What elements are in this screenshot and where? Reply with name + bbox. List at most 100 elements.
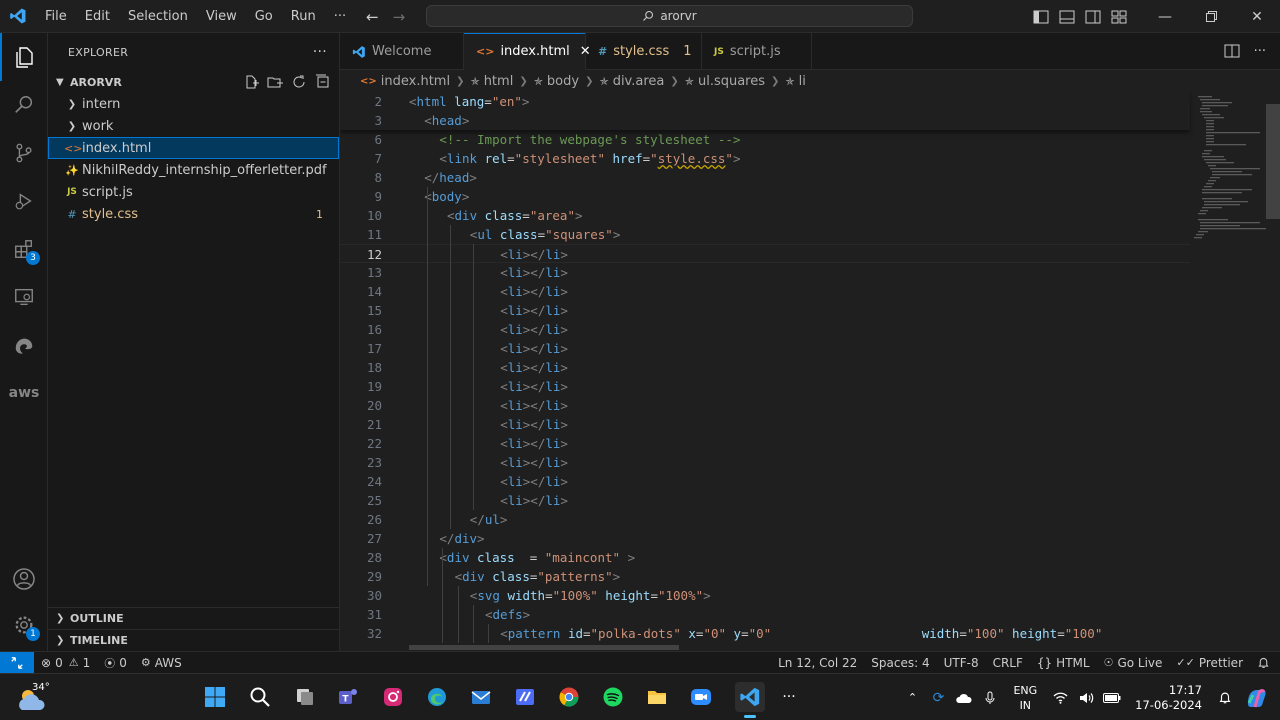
code-line[interactable]: 17 <li></li> bbox=[340, 339, 1190, 358]
battery-icon[interactable] bbox=[1101, 692, 1123, 703]
code-editor[interactable]: 2 <html lang="en"> 3 <head> 6 <!-- Import th… bbox=[340, 92, 1280, 651]
restore-icon[interactable] bbox=[1188, 0, 1234, 33]
copilot-icon[interactable] bbox=[1240, 687, 1274, 709]
breadcrumb-div-area[interactable]: ✯ div.area bbox=[599, 74, 664, 89]
weather-widget[interactable]: 34° bbox=[14, 680, 64, 716]
windows-start-icon[interactable] bbox=[200, 682, 230, 712]
language-mode[interactable]: {} HTML bbox=[1030, 652, 1097, 674]
code-line[interactable]: 20 <li></li> bbox=[340, 396, 1190, 415]
code-line[interactable]: 15 <li></li> bbox=[340, 301, 1190, 320]
menu-edit[interactable]: Edit bbox=[76, 0, 119, 33]
indentation[interactable]: Spaces: 4 bbox=[864, 652, 936, 674]
wifi-icon[interactable] bbox=[1049, 692, 1071, 704]
code-line[interactable]: 31 <defs> bbox=[340, 605, 1190, 624]
tree-item-index-html[interactable]: <> index.html bbox=[48, 137, 339, 159]
code-line[interactable]: 9 <body> bbox=[340, 187, 1190, 206]
source-control-icon[interactable] bbox=[0, 129, 48, 177]
minimize-icon[interactable]: — bbox=[1142, 0, 1188, 33]
minimap[interactable] bbox=[1190, 92, 1270, 651]
customize-layout-icon[interactable] bbox=[1106, 0, 1132, 33]
spotify-icon[interactable] bbox=[598, 682, 628, 712]
vscode-taskbar-icon[interactable] bbox=[735, 682, 765, 718]
power-automate-icon[interactable] bbox=[510, 682, 540, 712]
task-view-icon[interactable] bbox=[290, 682, 320, 712]
chrome-icon[interactable] bbox=[554, 682, 584, 712]
code-line[interactable]: 10 <div class="area"> bbox=[340, 206, 1190, 225]
vertical-scrollbar[interactable] bbox=[1266, 104, 1280, 219]
chevron-up-icon[interactable]: ⌃ bbox=[901, 691, 923, 704]
problems-indicator[interactable]: ⊗ 0 ⚠ 1 bbox=[34, 652, 97, 674]
zoom-icon[interactable] bbox=[686, 682, 716, 712]
search-sidebar-icon[interactable] bbox=[0, 81, 48, 129]
code-line[interactable]: 2 <html lang="en"> bbox=[340, 92, 1190, 111]
code-line[interactable]: 30 <svg width="100%" height="100%"> bbox=[340, 586, 1190, 605]
new-folder-icon[interactable] bbox=[267, 74, 283, 90]
file-explorer-icon[interactable] bbox=[642, 682, 672, 712]
input-language[interactable]: ENG IN bbox=[1003, 683, 1047, 713]
code-line[interactable]: 32 <pattern id="polka-dots" x="0" y="0" w… bbox=[340, 624, 1190, 643]
menu-file[interactable]: File bbox=[36, 0, 76, 33]
extensions-icon[interactable]: 3 bbox=[0, 225, 48, 273]
code-line[interactable]: 13 <li></li> bbox=[340, 263, 1190, 282]
timeline-section[interactable]: ❯ TIMELINE bbox=[48, 629, 340, 651]
menu-more[interactable]: ··· bbox=[325, 0, 355, 33]
collapse-all-icon[interactable] bbox=[315, 74, 331, 90]
code-line[interactable]: 27 </div> bbox=[340, 529, 1190, 548]
workspace-root[interactable]: ▼ ARORVR bbox=[48, 71, 339, 93]
run-debug-icon[interactable] bbox=[0, 177, 48, 225]
more-actions-icon[interactable]: ··· bbox=[1254, 44, 1266, 59]
split-editor-icon[interactable] bbox=[1224, 44, 1240, 58]
tree-item-intern[interactable]: ❯ intern bbox=[48, 93, 339, 115]
back-arrow-icon[interactable]: ← bbox=[366, 8, 379, 26]
code-line[interactable]: 26 </ul> bbox=[340, 510, 1190, 529]
aws-toolkit-icon[interactable]: aws bbox=[0, 369, 48, 417]
horizontal-scrollbar[interactable] bbox=[409, 645, 679, 650]
accounts-icon[interactable] bbox=[0, 555, 48, 603]
edge-devtools-icon[interactable] bbox=[0, 323, 48, 371]
code-line[interactable]: 16 <li></li> bbox=[340, 320, 1190, 339]
code-line[interactable]: 19 <li></li> bbox=[340, 377, 1190, 396]
menu-run[interactable]: Run bbox=[282, 0, 325, 33]
remote-explorer-icon[interactable] bbox=[0, 273, 48, 321]
instagram-icon[interactable] bbox=[378, 682, 408, 712]
code-line-current[interactable]: 12 <li></li> bbox=[340, 244, 1190, 263]
tree-item-work[interactable]: ❯ work bbox=[48, 115, 339, 137]
menu-selection[interactable]: Selection bbox=[119, 0, 197, 33]
code-line[interactable]: 18 <li></li> bbox=[340, 358, 1190, 377]
explorer-icon[interactable] bbox=[0, 33, 48, 81]
code-line[interactable]: 22 <li></li> bbox=[340, 434, 1190, 453]
tree-item-script-js[interactable]: JS script.js bbox=[48, 181, 339, 203]
breadcrumb-file[interactable]: <> index.html bbox=[360, 74, 450, 89]
code-line[interactable]: 8 </head> bbox=[340, 168, 1190, 187]
tree-item-offerletter-pdf[interactable]: ✨ NikhilReddy_internship_offerletter.pdf bbox=[48, 159, 339, 181]
end-of-line[interactable]: CRLF bbox=[986, 652, 1030, 674]
menu-go[interactable]: Go bbox=[246, 0, 282, 33]
code-line[interactable]: 21 <li></li> bbox=[340, 415, 1190, 434]
microphone-icon[interactable] bbox=[979, 691, 1001, 705]
code-line[interactable]: 23 <li></li> bbox=[340, 453, 1190, 472]
refresh-icon[interactable] bbox=[291, 74, 307, 90]
code-line[interactable]: 25 <li></li> bbox=[340, 491, 1190, 510]
remote-indicator-icon[interactable] bbox=[0, 651, 34, 674]
taskbar-search-icon[interactable] bbox=[245, 682, 275, 712]
notifications-bell-icon[interactable] bbox=[1250, 652, 1280, 674]
more-actions-icon[interactable]: ··· bbox=[313, 44, 327, 60]
teams-icon[interactable]: T bbox=[333, 682, 363, 712]
manage-gear-icon[interactable]: 1 bbox=[0, 601, 48, 649]
tab-index-html[interactable]: <> index.html ✕ bbox=[464, 33, 591, 70]
clock[interactable]: 17:17 17-06-2024 bbox=[1125, 683, 1212, 713]
code-line[interactable]: 24 <li></li> bbox=[340, 472, 1190, 491]
code-line[interactable]: 14 <li></li> bbox=[340, 282, 1190, 301]
notification-bell-icon[interactable] bbox=[1214, 690, 1236, 705]
code-line[interactable]: 6 <!-- Import the webpage's stylesheet --… bbox=[340, 130, 1190, 149]
toggle-secondary-sidebar-icon[interactable] bbox=[1080, 0, 1106, 33]
code-line[interactable]: 7 <link rel="stylesheet" href="style.css"… bbox=[340, 149, 1190, 168]
tab-script-js[interactable]: JS script.js bbox=[702, 33, 812, 70]
code-line[interactable]: 11 <ul class="squares"> bbox=[340, 225, 1190, 244]
more-apps-icon[interactable]: ··· bbox=[774, 682, 804, 712]
code-line[interactable]: 28 <div class = "maincont" > bbox=[340, 548, 1190, 567]
code-line[interactable]: 29 <div class="patterns"> bbox=[340, 567, 1190, 586]
prettier-indicator[interactable]: ✓✓ Prettier bbox=[1169, 652, 1250, 674]
tree-item-style-css[interactable]: # style.css 1 bbox=[48, 203, 339, 225]
menu-view[interactable]: View bbox=[197, 0, 246, 33]
